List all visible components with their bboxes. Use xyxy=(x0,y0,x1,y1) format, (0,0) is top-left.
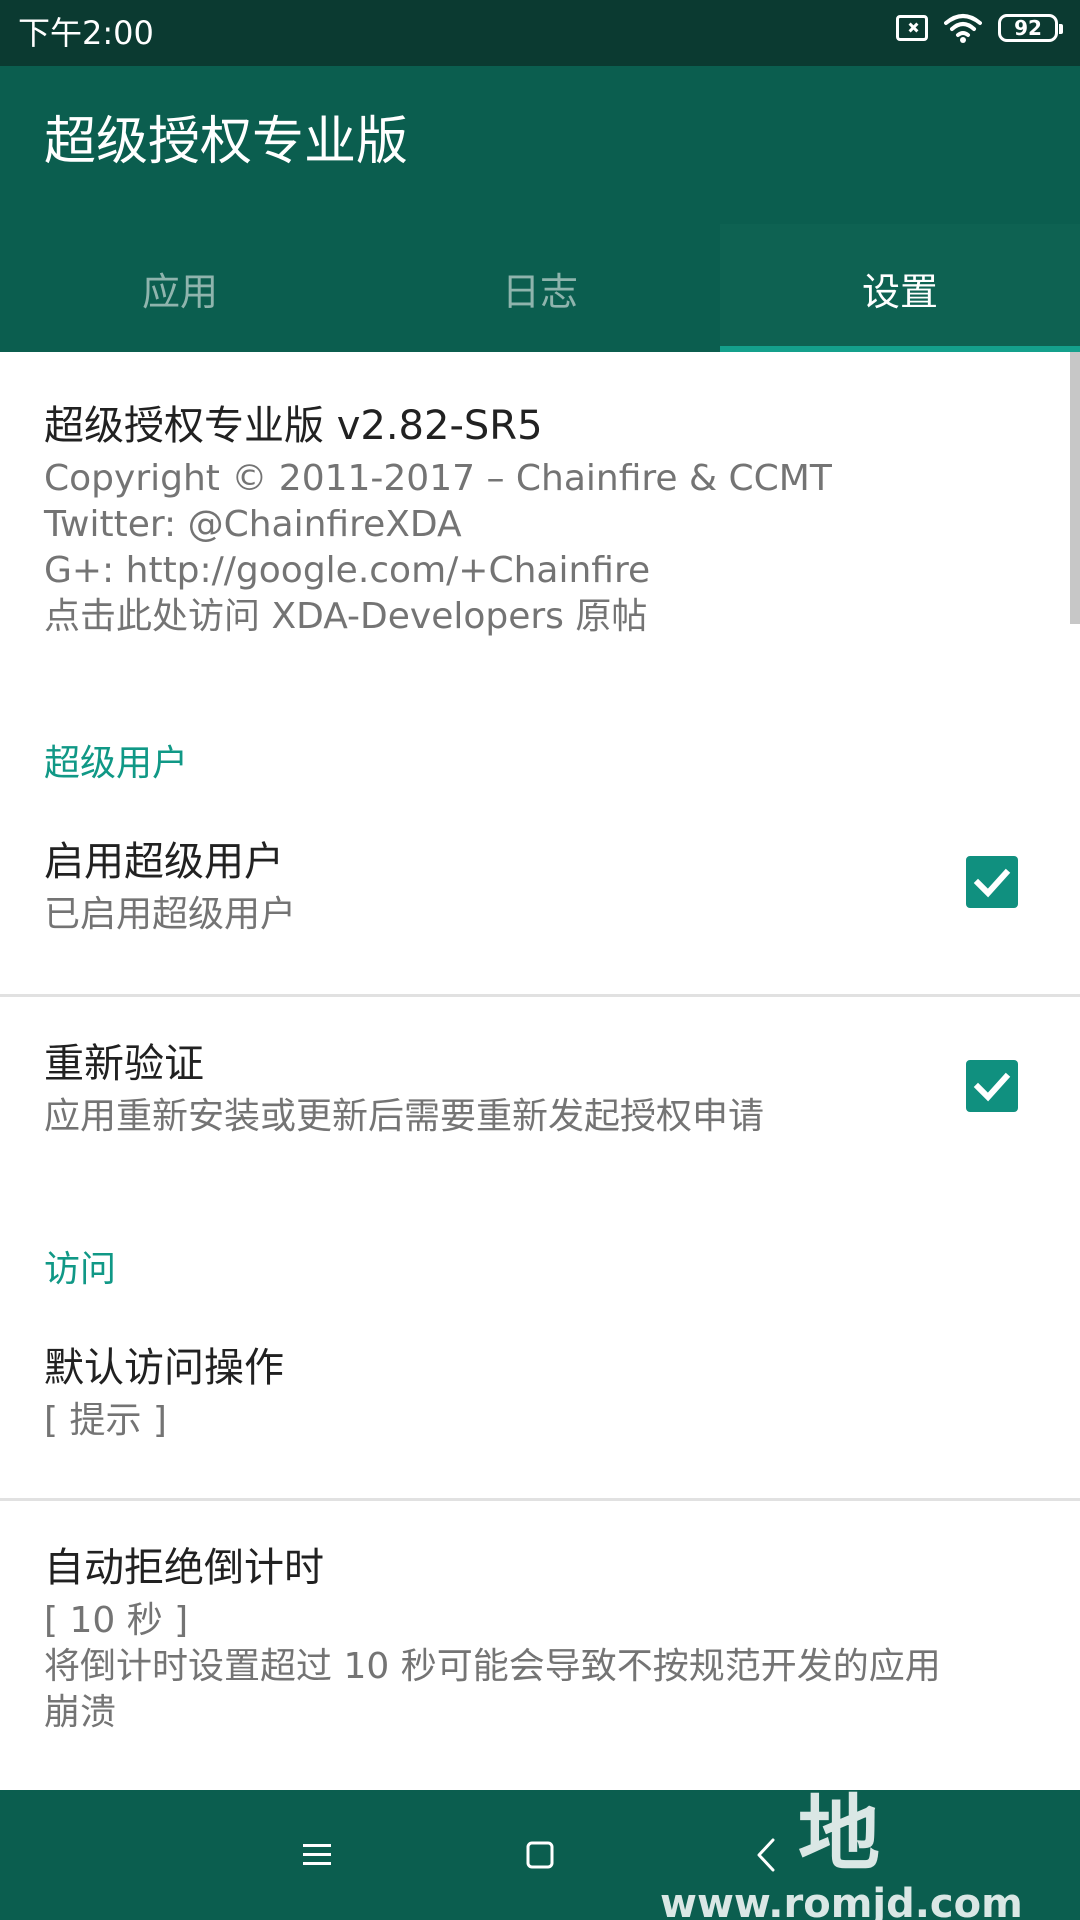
pref-default-access[interactable]: 默认访问操作 [ 提示 ] xyxy=(0,1342,1080,1502)
divider xyxy=(0,1498,1080,1501)
wifi-icon xyxy=(944,14,982,43)
status-time: 下午2:00 xyxy=(18,14,154,52)
app-bar: 超级授权专业版 应用 日志 设置 xyxy=(0,66,1080,352)
pref-value: [ 提示 ] xyxy=(44,1400,167,1441)
home-button[interactable] xyxy=(505,1820,575,1890)
watermark-main: ROM基地 xyxy=(687,1697,993,1882)
settings-list[interactable]: 超级授权专业版 v2.82-SR5 Copyright © 2011-2017 … xyxy=(0,352,1080,1790)
pref-title: 自动拒绝倒计时 xyxy=(44,1545,324,1591)
app-title: 超级授权专业版 xyxy=(44,112,409,172)
about-title: 超级授权专业版 v2.82-SR5 xyxy=(44,403,543,449)
twitter-text: Twitter: @ChainfireXDA xyxy=(44,504,462,545)
pref-value: [ 10 秒 ] xyxy=(44,1600,189,1641)
battery-icon: 92 xyxy=(998,14,1063,42)
pref-title: 重新验证 xyxy=(44,1041,204,1087)
check-icon xyxy=(973,868,1011,898)
pref-reauthenticate[interactable]: 重新验证 应用重新安装或更新后需要重新发起授权申请 xyxy=(0,1038,1080,1198)
tab-logs[interactable]: 日志 xyxy=(360,224,720,352)
tab-bar: 应用 日志 设置 xyxy=(0,224,1080,352)
scrollbar[interactable] xyxy=(1070,352,1080,624)
sim-off-icon xyxy=(896,15,928,41)
status-bar: 下午2:00 92 xyxy=(0,0,1080,66)
tab-apps[interactable]: 应用 xyxy=(0,224,360,352)
check-icon xyxy=(973,1072,1011,1102)
section-header-access: 访问 xyxy=(44,1249,117,1290)
reauthenticate-checkbox[interactable] xyxy=(966,1060,1018,1112)
pref-summary: 应用重新安装或更新后需要重新发起授权申请 xyxy=(44,1096,765,1137)
watermark-url: www.romjd.com xyxy=(660,1881,1023,1920)
menu-button[interactable] xyxy=(282,1820,352,1890)
pref-summary: 将倒计时设置超过 10 秒可能会导致不按规范开发的应用 xyxy=(44,1646,941,1687)
pref-title: 默认访问操作 xyxy=(44,1345,284,1391)
about-item[interactable]: 超级授权专业版 v2.82-SR5 Copyright © 2011-2017 … xyxy=(44,400,1024,640)
pref-title: 启用超级用户 xyxy=(44,839,284,885)
divider xyxy=(0,994,1080,997)
home-icon xyxy=(526,1841,554,1869)
copyright-text: Copyright © 2011-2017 – Chainfire & CCMT xyxy=(44,458,832,499)
enable-superuser-checkbox[interactable] xyxy=(966,856,1018,908)
menu-icon xyxy=(303,1844,331,1865)
battery-level: 92 xyxy=(1014,16,1042,40)
gplus-text: G+: http://google.com/+Chainfire xyxy=(44,550,651,591)
section-header-superuser: 超级用户 xyxy=(44,743,189,784)
pref-enable-superuser[interactable]: 启用超级用户 已启用超级用户 xyxy=(0,836,1080,996)
tab-settings[interactable]: 设置 xyxy=(720,224,1080,352)
status-icons: 92 xyxy=(896,13,1063,43)
xda-link[interactable]: 点击此处访问 XDA-Developers 原帖 xyxy=(44,594,1024,640)
pref-summary: 已启用超级用户 xyxy=(44,894,297,935)
romjd-watermark: ROM基地 www.romjd.com xyxy=(660,1697,1023,1920)
